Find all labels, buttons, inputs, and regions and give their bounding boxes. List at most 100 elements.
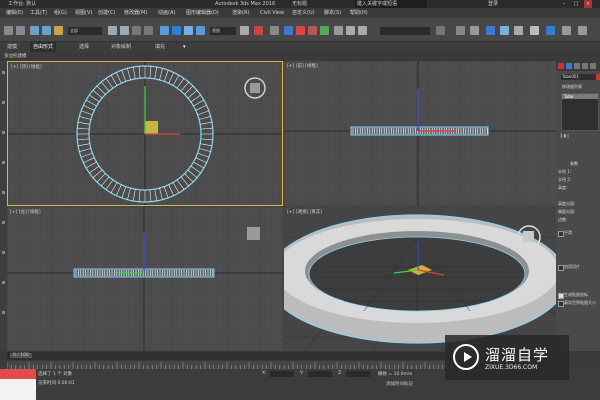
- layer-explorer-icon[interactable]: [456, 26, 465, 35]
- ribbon-toggle-icon[interactable]: [470, 26, 479, 35]
- strip-dot-icon[interactable]: [2, 131, 5, 134]
- viewport-label-front[interactable]: [+] [前] [线框]: [287, 63, 318, 69]
- timeline-ruler[interactable]: [7, 361, 452, 369]
- percent-snap-icon[interactable]: [308, 26, 317, 35]
- slice-on-label: 启用切片: [564, 264, 580, 269]
- y-coord-label: Y:: [300, 371, 304, 376]
- tab-populate[interactable]: 填充: [152, 42, 168, 52]
- pivot-center-icon[interactable]: [240, 26, 249, 35]
- place-icon[interactable]: [196, 26, 205, 35]
- menu-views[interactable]: 视图(V): [75, 8, 92, 18]
- viewport-label-left[interactable]: [+] [左] [线框]: [10, 209, 41, 215]
- tab-freeform[interactable]: 自由形式: [30, 42, 57, 52]
- viewport-top[interactable]: [+] [顶] [线框]: [7, 61, 283, 206]
- maxscript-listener[interactable]: [0, 369, 36, 400]
- tab-modeling[interactable]: 建模: [4, 42, 20, 52]
- menu-animation[interactable]: 动画(A): [158, 8, 175, 18]
- menu-tools[interactable]: 工具(T): [30, 8, 47, 18]
- login-label[interactable]: 登录: [488, 0, 498, 8]
- select-move-icon[interactable]: [160, 26, 169, 35]
- viewport-perspective[interactable]: [+] [透视] [真实]: [284, 207, 556, 351]
- unlink-icon[interactable]: [42, 26, 51, 35]
- menu-edit[interactable]: 编辑(E): [6, 8, 23, 18]
- menu-help[interactable]: 帮助(H): [350, 8, 368, 18]
- strip-dot-icon[interactable]: [2, 311, 5, 314]
- display-tab-icon[interactable]: [590, 63, 596, 69]
- stack-item-tube[interactable]: Tube: [562, 94, 598, 99]
- toggle-scene-explorer-icon[interactable]: [436, 26, 445, 35]
- tab-selection[interactable]: 选择: [76, 42, 92, 52]
- select-scale-icon[interactable]: [184, 26, 193, 35]
- search-input[interactable]: 键入关键字或短语: [355, 0, 427, 8]
- minimize-icon[interactable]: –: [560, 0, 568, 8]
- reference-coordinate-dropdown[interactable]: 视图: [210, 27, 236, 35]
- selection-region-icon[interactable]: [132, 26, 141, 35]
- strip-dot-icon[interactable]: [2, 251, 5, 254]
- angle-snap-icon[interactable]: [296, 26, 305, 35]
- viewport-label-top[interactable]: [+] [顶] [线框]: [11, 64, 42, 70]
- ribbon-panel-label[interactable]: 多边形建模: [4, 53, 27, 59]
- strip-dot-icon[interactable]: [2, 101, 5, 104]
- select-by-name-icon[interactable]: [120, 26, 129, 35]
- material-editor-icon[interactable]: [514, 26, 523, 35]
- strip-dot-icon[interactable]: [2, 161, 5, 164]
- render-setup-icon[interactable]: [530, 26, 539, 35]
- strip-dot-icon[interactable]: [2, 221, 5, 224]
- x-coord-field[interactable]: [270, 371, 294, 377]
- keyboard-shortcut-icon[interactable]: [270, 26, 279, 35]
- viewport-label-perspective[interactable]: [+] [透视] [真实]: [287, 209, 322, 215]
- align-icon[interactable]: [358, 26, 367, 35]
- select-object-icon[interactable]: [108, 26, 117, 35]
- time-slider-handle[interactable]: 0 / 100: [10, 353, 32, 358]
- undo-icon[interactable]: [4, 26, 13, 35]
- named-selection-dropdown[interactable]: [380, 27, 430, 35]
- schematic-view-icon[interactable]: [500, 26, 509, 35]
- snaps-toggle-icon[interactable]: [284, 26, 293, 35]
- menu-rendering[interactable]: 渲染(R): [232, 8, 249, 18]
- y-coord-field[interactable]: [308, 371, 332, 377]
- workspace-label[interactable]: 工作台: 默认: [8, 0, 36, 8]
- selection-filter-dropdown[interactable]: 全部: [68, 27, 102, 35]
- strip-dot-icon[interactable]: [2, 191, 5, 194]
- select-manipulate-icon[interactable]: [254, 26, 263, 35]
- spinner-snap-icon[interactable]: [320, 26, 329, 35]
- link-icon[interactable]: [30, 26, 39, 35]
- modify-tab-icon[interactable]: [566, 63, 572, 69]
- gen-mapping-label: 生成贴图坐标: [564, 292, 588, 297]
- viewport-left[interactable]: [+] [左] [线框]: [7, 207, 283, 351]
- time-slider[interactable]: 0 / 100: [7, 352, 452, 360]
- create-tab-icon[interactable]: [558, 63, 564, 69]
- menu-scripting[interactable]: 脚本(S): [324, 8, 341, 18]
- ribbon-options-icon[interactable]: ▾: [180, 42, 189, 52]
- rendered-frame-window-icon[interactable]: [546, 26, 555, 35]
- mirror-icon[interactable]: [346, 26, 355, 35]
- menu-create[interactable]: 创建(C): [98, 8, 115, 18]
- select-rotate-icon[interactable]: [172, 26, 181, 35]
- modifier-list-dropdown[interactable]: 修改器列表: [562, 84, 582, 90]
- menu-modifiers[interactable]: 修改器(M): [124, 8, 147, 18]
- menu-graph-editors[interactable]: 图形编辑器(D): [186, 8, 219, 18]
- edit-named-sets-icon[interactable]: [334, 26, 343, 35]
- z-coord-field[interactable]: [346, 371, 370, 377]
- pin-stack-icon[interactable]: ┃ ▮ ▯: [560, 133, 569, 139]
- add-time-tag-button[interactable]: 添加时间标记: [386, 381, 413, 387]
- maximize-icon[interactable]: □: [572, 0, 580, 8]
- menu-customize[interactable]: 自定义(U): [292, 8, 315, 18]
- viewport-front[interactable]: [+] [前] [线框]: [284, 61, 556, 206]
- strip-dot-icon[interactable]: [2, 281, 5, 284]
- render-teapot-icon[interactable]: [578, 26, 587, 35]
- curve-editor-icon[interactable]: [486, 26, 495, 35]
- hierarchy-tab-icon[interactable]: [574, 63, 580, 69]
- window-crossing-icon[interactable]: [144, 26, 153, 35]
- bind-space-warp-icon[interactable]: [54, 26, 63, 35]
- object-name-field[interactable]: Tube001: [561, 74, 596, 80]
- strip-dot-icon[interactable]: [2, 71, 5, 74]
- render-production-icon[interactable]: [562, 26, 571, 35]
- close-icon[interactable]: ×: [584, 0, 592, 8]
- tab-object-paint[interactable]: 对象绘制: [108, 42, 134, 52]
- object-color-swatch[interactable]: [596, 74, 600, 80]
- menu-civil-view[interactable]: Civil View: [260, 8, 284, 18]
- motion-tab-icon[interactable]: [582, 63, 588, 69]
- menu-group[interactable]: 组(G): [54, 8, 67, 18]
- redo-icon[interactable]: [16, 26, 25, 35]
